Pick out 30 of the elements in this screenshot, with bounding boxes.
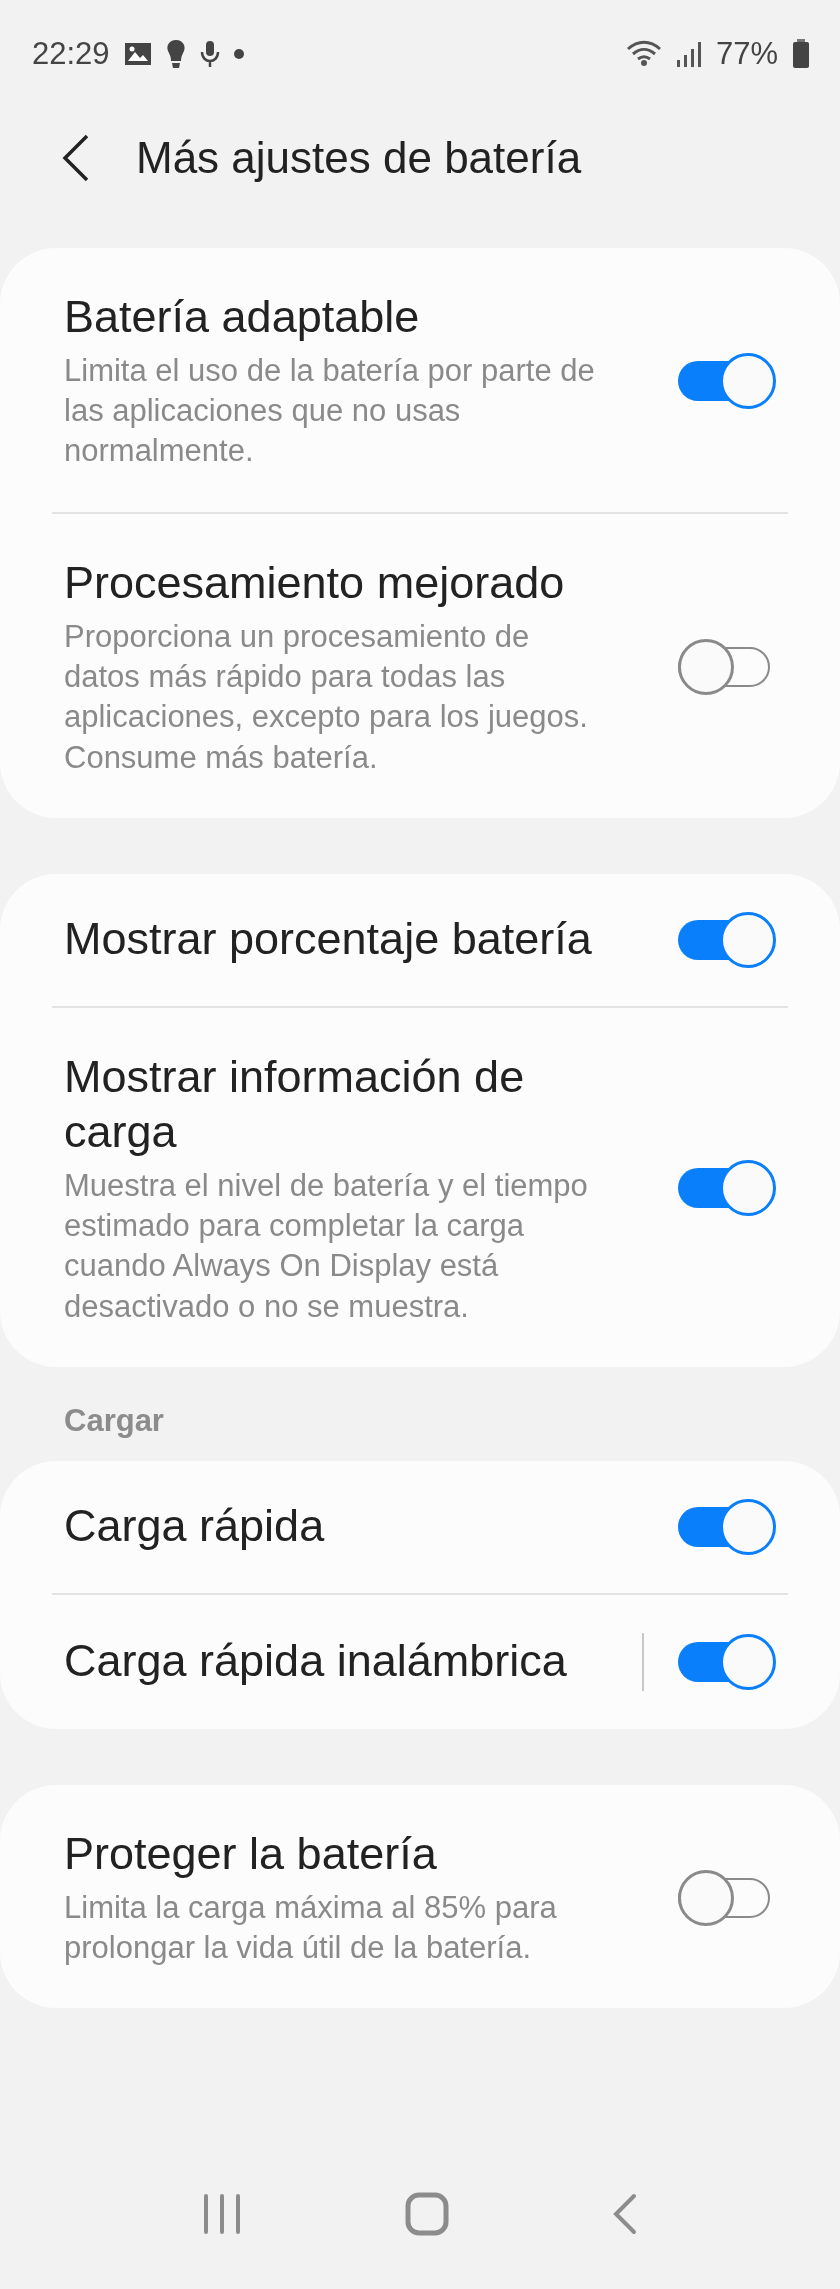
microphone-icon <box>199 40 220 68</box>
battery-icon <box>792 39 810 69</box>
toggle-switch[interactable] <box>678 1498 776 1555</box>
signal-icon <box>675 40 702 68</box>
home-icon[interactable] <box>405 2192 449 2236</box>
dot-icon <box>233 49 244 59</box>
setting-title: Carga rápida inalámbrica <box>64 1634 568 1689</box>
image-icon <box>123 42 152 66</box>
battery-percentage: 77% <box>715 36 778 72</box>
lightbulb-icon <box>165 39 186 69</box>
toggle-switch[interactable] <box>678 1633 776 1690</box>
setting-description: Limita el uso de la batería por parte de las aplicaciones que no usas normalmente. <box>64 351 596 471</box>
wifi-icon <box>625 40 662 68</box>
toggle-switch[interactable] <box>678 352 776 409</box>
setting-description: Proporciona un procesamiento de datos más rápido para todas las aplicaciones, excepto para los juegos. Consume más batería. <box>64 617 589 777</box>
setting-title: Carga rápida <box>64 1499 326 1554</box>
setting-title: Batería adaptable <box>64 290 421 344</box>
setting-description: Limita la carga máxima al 85% para prolongar la vida útil de la batería. <box>64 1888 558 1967</box>
page-title: Más ajustes de batería <box>136 133 582 183</box>
status-time: 22:29 <box>32 36 110 72</box>
toggle-switch[interactable] <box>678 911 776 968</box>
recent-apps-icon[interactable] <box>201 2194 242 2234</box>
section-label: Cargar <box>63 1402 165 1440</box>
setting-title: Procesamiento mejorado <box>64 555 566 610</box>
toggle-switch[interactable] <box>678 1160 776 1217</box>
setting-title: Proteger la batería <box>64 1826 438 1881</box>
setting-description: Muestra el nivel de batería y el tiempo estimado para completar la carga cuando Always On Display está desactivado o no se muestra. <box>64 1166 589 1326</box>
setting-title: Mostrar porcentaje batería <box>64 912 593 967</box>
setting-title: Mostrar información de carga <box>64 1049 526 1159</box>
back-icon[interactable] <box>62 134 90 182</box>
